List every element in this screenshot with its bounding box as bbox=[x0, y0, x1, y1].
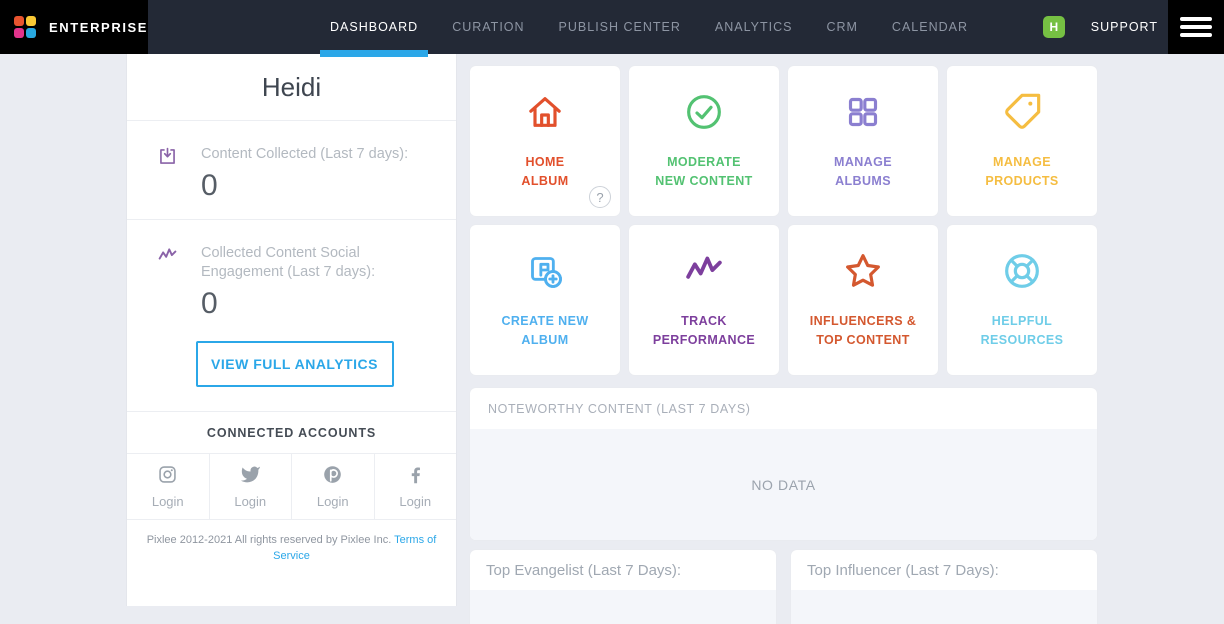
lifebuoy-icon bbox=[1002, 251, 1042, 296]
noteworthy-empty-state: NO DATA bbox=[470, 429, 1097, 540]
noteworthy-title: NOTEWORTHY CONTENT (LAST 7 DAYS) bbox=[470, 388, 1097, 429]
nav-item-analytics[interactable]: ANALYTICS bbox=[715, 20, 793, 34]
engagement-icon bbox=[157, 245, 179, 321]
stat-value: 0 bbox=[201, 287, 432, 321]
twitter-icon bbox=[240, 464, 261, 490]
nav-item-crm[interactable]: CRM bbox=[826, 20, 857, 34]
collect-icon bbox=[157, 146, 179, 203]
active-tab-indicator bbox=[320, 50, 428, 57]
nav-item-curation[interactable]: CURATION bbox=[452, 20, 524, 34]
connected-accounts-row: Login Login Login bbox=[127, 454, 456, 520]
tag-icon bbox=[1002, 92, 1042, 137]
card-create-new-album[interactable]: CREATE NEWALBUM bbox=[470, 225, 620, 375]
stat-social-engagement: Collected Content Social Engagement (Las… bbox=[127, 220, 456, 412]
instagram-icon bbox=[157, 464, 178, 490]
nav-item-calendar[interactable]: CALENDAR bbox=[892, 20, 968, 34]
top-evangelist-title: Top Evangelist (Last 7 Days): bbox=[470, 550, 776, 590]
nav-right: H SUPPORT bbox=[1043, 0, 1158, 54]
nav-item-publish-center[interactable]: PUBLISH CENTER bbox=[559, 20, 681, 34]
top-influencer-title: Top Influencer (Last 7 Days): bbox=[791, 550, 1097, 590]
card-label: HELPFULRESOURCES bbox=[981, 312, 1064, 348]
star-icon bbox=[843, 251, 883, 296]
top-influencer-panel: Top Influencer (Last 7 Days): bbox=[791, 550, 1097, 624]
card-label: MANAGEALBUMS bbox=[834, 153, 892, 189]
bottom-panels: Top Evangelist (Last 7 Days): Top Influe… bbox=[470, 550, 1097, 624]
login-label: Login bbox=[234, 494, 266, 509]
card-moderate-new-content[interactable]: MODERATENEW CONTENT bbox=[629, 66, 779, 216]
top-evangelist-body bbox=[470, 590, 776, 624]
nav-item-dashboard[interactable]: DASHBOARD bbox=[330, 20, 418, 34]
top-evangelist-panel: Top Evangelist (Last 7 Days): bbox=[470, 550, 776, 624]
card-label: CREATE NEWALBUM bbox=[501, 312, 588, 348]
card-label: MANAGEPRODUCTS bbox=[985, 153, 1058, 189]
shortcut-card-grid: HOMEALBUM ? MODERATENEW CONTENT bbox=[470, 66, 1097, 375]
login-label: Login bbox=[152, 494, 184, 509]
hamburger-menu-icon[interactable] bbox=[1168, 0, 1224, 54]
performance-icon bbox=[684, 251, 724, 296]
stat-content-collected: Content Collected (Last 7 days): 0 bbox=[127, 121, 456, 220]
nav-menu: DASHBOARD CURATION PUBLISH CENTER ANALYT… bbox=[330, 0, 968, 54]
copyright-footer: Pixlee 2012-2021 All rights reserved by … bbox=[127, 520, 456, 577]
brand-logo-block[interactable]: ENTERPRISE bbox=[0, 0, 148, 54]
main-content: HOMEALBUM ? MODERATENEW CONTENT bbox=[470, 66, 1097, 624]
card-manage-products[interactable]: MANAGEPRODUCTS bbox=[947, 66, 1097, 216]
facebook-icon bbox=[405, 464, 426, 490]
card-home-album[interactable]: HOMEALBUM ? bbox=[470, 66, 620, 216]
login-label: Login bbox=[317, 494, 349, 509]
card-helpful-resources[interactable]: HELPFULRESOURCES bbox=[947, 225, 1097, 375]
account-title: Heidi bbox=[127, 54, 456, 121]
card-label: INFLUENCERS &TOP CONTENT bbox=[810, 312, 917, 348]
copyright-text: Pixlee 2012-2021 All rights reserved by … bbox=[147, 534, 392, 546]
stat-value: 0 bbox=[201, 169, 408, 203]
grid-icon bbox=[843, 92, 883, 137]
user-avatar[interactable]: H bbox=[1043, 16, 1065, 38]
pinterest-login-button[interactable]: Login bbox=[292, 454, 375, 519]
card-track-performance[interactable]: TRACKPERFORMANCE bbox=[629, 225, 779, 375]
noteworthy-content-panel: NOTEWORTHY CONTENT (LAST 7 DAYS) NO DATA bbox=[470, 388, 1097, 540]
stat-label: Collected Content Social Engagement (Las… bbox=[201, 244, 432, 282]
stat-label: Content Collected (Last 7 days): bbox=[201, 145, 408, 164]
view-full-analytics-button[interactable]: VIEW FULL ANALYTICS bbox=[196, 341, 394, 387]
card-label: HOMEALBUM bbox=[521, 153, 568, 189]
instagram-login-button[interactable]: Login bbox=[127, 454, 210, 519]
brand-name: ENTERPRISE bbox=[49, 20, 148, 35]
card-label: MODERATENEW CONTENT bbox=[655, 153, 752, 189]
top-navbar: ENTERPRISE DASHBOARD CURATION PUBLISH CE… bbox=[0, 0, 1224, 54]
card-influencers-top-content[interactable]: INFLUENCERS &TOP CONTENT bbox=[788, 225, 938, 375]
home-icon bbox=[525, 92, 565, 137]
card-manage-albums[interactable]: MANAGEALBUMS bbox=[788, 66, 938, 216]
card-label: TRACKPERFORMANCE bbox=[653, 312, 755, 348]
connected-accounts-title: CONNECTED ACCOUNTS bbox=[127, 412, 456, 454]
support-link[interactable]: SUPPORT bbox=[1091, 20, 1158, 34]
facebook-login-button[interactable]: Login bbox=[375, 454, 457, 519]
check-circle-icon bbox=[684, 92, 724, 137]
pixlee-logo-icon bbox=[14, 16, 36, 38]
sidebar: Heidi Content Collected (Last 7 days): 0 bbox=[126, 54, 457, 606]
twitter-login-button[interactable]: Login bbox=[210, 454, 293, 519]
login-label: Login bbox=[399, 494, 431, 509]
top-influencer-body bbox=[791, 590, 1097, 624]
help-badge[interactable]: ? bbox=[589, 186, 611, 208]
new-album-icon bbox=[525, 251, 565, 296]
pinterest-icon bbox=[322, 464, 343, 490]
